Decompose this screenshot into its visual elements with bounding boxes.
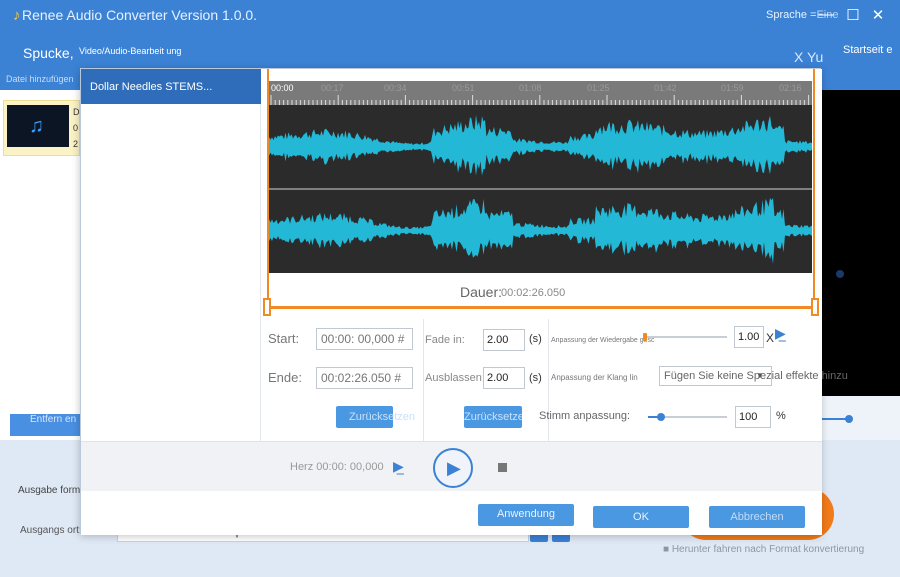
file-list-panel: ♫ D 0 2 bbox=[0, 90, 80, 440]
dialog-file-list: Dollar Needles STEMS... bbox=[81, 69, 261, 441]
divider bbox=[548, 319, 549, 441]
speed-slider[interactable] bbox=[643, 333, 727, 341]
ruler-label: 02:16 bbox=[779, 83, 802, 93]
fade-in-label: Fade in: bbox=[425, 334, 465, 346]
ruler-label-start: 00:00 bbox=[271, 83, 294, 93]
file-item[interactable]: ♫ D 0 2 bbox=[3, 100, 80, 156]
ruler-label: 01:25 bbox=[587, 83, 610, 93]
waveform-area[interactable]: 00:00 00:17 00:34 00:51 01:08 01:25 01:4… bbox=[269, 81, 812, 273]
play-button[interactable]: ▶ bbox=[433, 448, 473, 488]
file-meta-3: 2 bbox=[73, 139, 79, 149]
fade-in-input[interactable]: 2.00 bbox=[483, 329, 525, 351]
download-icon[interactable]: ▶̲ bbox=[393, 458, 404, 475]
language-label: Sprache = bbox=[766, 9, 817, 21]
shutdown-after-convert-checkbox[interactable]: ■ Herunter fahren nach Format konvertier… bbox=[663, 544, 864, 555]
minimize-icon[interactable]: — bbox=[817, 6, 835, 23]
waveform-graphic bbox=[269, 114, 812, 264]
app-window: ♪ Renee Audio Converter Version 1.0.0. S… bbox=[0, 0, 900, 577]
titlebar: ♪ Renee Audio Converter Version 1.0.0. S… bbox=[0, 0, 900, 30]
dialog-footer: Anwendung OK Abbrechen bbox=[81, 491, 822, 535]
toolbar-video-audio-edit[interactable]: Video/Audio-Bearbeit ung bbox=[79, 47, 189, 56]
ruler-label: 00:51 bbox=[452, 83, 475, 93]
app-title: Renee Audio Converter Version 1.0.0. bbox=[22, 7, 258, 23]
reset-trim-button[interactable]: Zurücksetzen bbox=[336, 406, 415, 428]
add-file-button[interactable]: Datei hinzufügen bbox=[6, 74, 74, 84]
slider-knob[interactable] bbox=[845, 415, 853, 423]
preview-dot bbox=[836, 270, 844, 278]
end-label: Ende: bbox=[268, 370, 302, 385]
voice-slider[interactable] bbox=[648, 413, 727, 421]
trim-start-handle[interactable] bbox=[263, 298, 271, 316]
ruler-label: 00:34 bbox=[384, 83, 407, 93]
preview-progress-slider[interactable] bbox=[820, 415, 853, 423]
music-note-icon: ♫ bbox=[29, 115, 44, 137]
file-thumbnail: ♫ bbox=[7, 105, 69, 147]
file-meta-2: 0 bbox=[73, 123, 79, 133]
divider bbox=[423, 319, 424, 441]
close-icon[interactable]: ✕ bbox=[869, 6, 887, 24]
ok-button[interactable]: OK bbox=[593, 506, 689, 528]
play-icon: ▶ bbox=[447, 458, 461, 478]
trim-end-line bbox=[813, 69, 815, 309]
toolbar-x-yu[interactable]: X Yu bbox=[794, 49, 823, 65]
ruler-label: 00:17 bbox=[321, 83, 344, 93]
duration-label: Dauer: bbox=[460, 284, 503, 300]
remove-button[interactable]: Entfern en bbox=[10, 414, 80, 436]
chevron-down-icon: ▼ bbox=[756, 371, 764, 380]
main-toolbar: Spucke, Video/Audio-Bearbeit ung X Yu St… bbox=[0, 30, 900, 70]
voice-slider-knob[interactable] bbox=[657, 413, 665, 421]
start-time-input[interactable]: 00:00: 00,000 # bbox=[316, 328, 413, 350]
voice-input[interactable]: 100 bbox=[735, 406, 771, 428]
tone-label: Anpassung der Klang lin bbox=[551, 373, 638, 382]
fade-out-label: Ausblassen: bbox=[425, 372, 485, 384]
output-dir-label: Ausgangs ort: bbox=[20, 525, 82, 536]
edit-controls: Start: 00:00: 00,000 # Ende: 00:02:26.05… bbox=[261, 319, 848, 441]
stop-button[interactable] bbox=[498, 463, 507, 472]
ruler-label: 01:59 bbox=[721, 83, 744, 93]
toolbar-home[interactable]: Startseit e bbox=[843, 45, 893, 56]
cancel-button[interactable]: Abbrechen bbox=[709, 506, 805, 528]
maximize-icon[interactable]: ☐ bbox=[844, 6, 862, 24]
player-bar: Herz 00:00: 00,000 ▶̲ ▶ bbox=[81, 441, 822, 491]
fade-out-input[interactable]: 2.00 bbox=[483, 367, 525, 389]
speed-label: Anpassung der Wiedergabe gesc bbox=[551, 337, 655, 344]
speed-input[interactable]: 1.00 bbox=[734, 326, 764, 348]
duration-value: 00:02:26.050 bbox=[501, 287, 566, 299]
ruler-ticks bbox=[270, 95, 810, 105]
video-preview bbox=[820, 90, 900, 396]
export-speed-icon[interactable]: ▶̲ bbox=[775, 325, 786, 342]
fade-out-unit: (s) bbox=[529, 372, 542, 384]
toolbar-spucke[interactable]: Spucke, bbox=[23, 45, 74, 61]
end-time-input[interactable]: 00:02:26.050 # bbox=[316, 367, 413, 389]
music-note-icon: ♪ bbox=[13, 7, 21, 24]
audio-edit-dialog: Dollar Needles STEMS... 00:00 00:17 00:3… bbox=[80, 68, 848, 535]
fade-in-unit: (s) bbox=[529, 333, 542, 345]
file-meta-1: D bbox=[73, 107, 80, 117]
trim-start-line bbox=[267, 69, 269, 309]
trim-range-bar bbox=[267, 306, 815, 309]
voice-unit: % bbox=[776, 410, 786, 422]
dialog-file-item[interactable]: Dollar Needles STEMS... bbox=[81, 69, 261, 104]
speed-unit: X bbox=[766, 331, 775, 345]
speed-slider-knob[interactable] bbox=[643, 333, 647, 341]
ruler-label: 01:42 bbox=[654, 83, 677, 93]
voice-label: Stimm anpassung: bbox=[539, 410, 631, 422]
duration-row: Dauer: 00:02:26.050 bbox=[269, 273, 812, 309]
start-label: Start: bbox=[268, 331, 300, 346]
ruler-label: 01:08 bbox=[519, 83, 542, 93]
playback-time: Herz 00:00: 00,000 bbox=[290, 461, 384, 473]
time-ruler: 00:00 00:17 00:34 00:51 01:08 01:25 01:4… bbox=[269, 81, 812, 105]
reset-fade-button[interactable]: Zurücksetzen bbox=[464, 406, 522, 428]
trim-end-handle[interactable] bbox=[811, 298, 819, 316]
apply-button[interactable]: Anwendung bbox=[478, 504, 574, 526]
